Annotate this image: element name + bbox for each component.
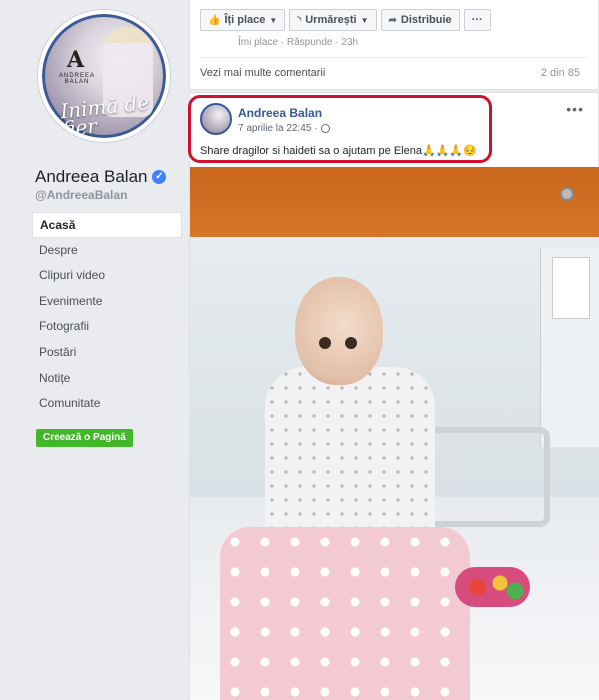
share-label: Distribuie xyxy=(400,14,452,26)
profile-picture[interactable]: A ANDREEA BALAN Inimă de fier xyxy=(38,10,170,142)
photo-child-eye xyxy=(319,337,331,349)
photo-wall-fixture xyxy=(560,187,574,201)
nav-item-evenimente[interactable]: Evenimente xyxy=(32,289,182,315)
avatar-title: Inimă de fier xyxy=(59,90,151,142)
page-handle[interactable]: @AndreeaBalan xyxy=(35,188,127,202)
post-timestamp[interactable]: 7 aprilie la 22:45 · xyxy=(238,123,330,134)
post-options-button[interactable]: ••• xyxy=(566,101,584,117)
follow-button[interactable]: ◝ Urmărești ▼ xyxy=(289,9,377,31)
post-text: Share dragilor si haideti sa o ajutam pe… xyxy=(200,145,477,157)
nav-item-despre[interactable]: Despre xyxy=(32,238,182,264)
nav-item-comunitate[interactable]: Comunitate xyxy=(32,391,182,417)
post-author-name[interactable]: Andreea Balan xyxy=(238,106,322,120)
profile-picture-art: A ANDREEA BALAN Inimă de fier xyxy=(42,14,166,138)
photo-child-body xyxy=(265,367,435,547)
verified-badge-icon: ✓ xyxy=(152,170,167,184)
like-button[interactable]: 👍 Îți place ▼ xyxy=(200,9,286,31)
page-name-text: Andreea Balan xyxy=(35,167,148,186)
previous-post-footer: 👍 Îți place ▼ ◝ Urmărești ▼ ➦ Distribuie… xyxy=(189,0,599,90)
nav-item-acasa[interactable]: Acasă xyxy=(32,212,182,238)
page-nav: Acasă Despre Clipuri video Evenimente Fo… xyxy=(32,212,182,417)
rss-icon: ◝ xyxy=(297,14,302,26)
post-time-text: 7 aprilie la 22:45 · xyxy=(238,123,318,134)
photo-toy xyxy=(455,567,530,607)
create-page-button[interactable]: Creează o Pagină xyxy=(36,429,133,447)
globe-icon xyxy=(320,124,330,133)
post-photo[interactable] xyxy=(190,167,599,700)
avatar-logo: A xyxy=(67,47,85,73)
more-actions-button[interactable]: ··· xyxy=(463,9,491,31)
follow-label: Urmărești xyxy=(305,14,357,26)
page-actions: 👍 Îți place ▼ ◝ Urmărești ▼ ➦ Distribuie… xyxy=(200,9,491,31)
post-card: Andreea Balan 7 aprilie la 22:45 · ••• S… xyxy=(188,92,599,700)
comment-meta[interactable]: Îmi place · Răspunde · 23h xyxy=(238,37,358,48)
divider xyxy=(200,57,588,58)
chevron-down-icon: ▼ xyxy=(269,15,278,25)
photo-child-legs xyxy=(220,527,470,700)
chevron-down-icon: ▼ xyxy=(360,15,369,25)
nav-item-clipuri-video[interactable]: Clipuri video xyxy=(32,263,182,289)
share-arrow-icon: ➦ xyxy=(388,14,397,26)
photo-child-eye xyxy=(345,337,357,349)
avatar-brand: ANDREEA BALAN xyxy=(58,73,95,85)
photo-wall-sign xyxy=(552,257,590,319)
like-label: Îți place xyxy=(224,14,266,26)
share-button[interactable]: ➦ Distribuie xyxy=(380,9,460,31)
thumbs-up-icon: 👍 xyxy=(208,14,221,26)
nav-item-fotografii[interactable]: Fotografii xyxy=(32,314,182,340)
nav-item-postari[interactable]: Postări xyxy=(32,340,182,366)
left-column: A ANDREEA BALAN Inimă de fier Andreea Ba… xyxy=(0,0,190,700)
photo-orange-wall xyxy=(190,167,599,247)
nav-item-notite[interactable]: Notițe xyxy=(32,366,182,392)
page-name[interactable]: Andreea Balan ✓ xyxy=(35,167,167,187)
view-more-comments-link[interactable]: Vezi mai multe comentarii xyxy=(200,67,325,79)
comment-count: 2 din 85 xyxy=(540,67,580,79)
photo-child-head xyxy=(295,277,383,385)
post-author-avatar[interactable] xyxy=(200,103,232,135)
